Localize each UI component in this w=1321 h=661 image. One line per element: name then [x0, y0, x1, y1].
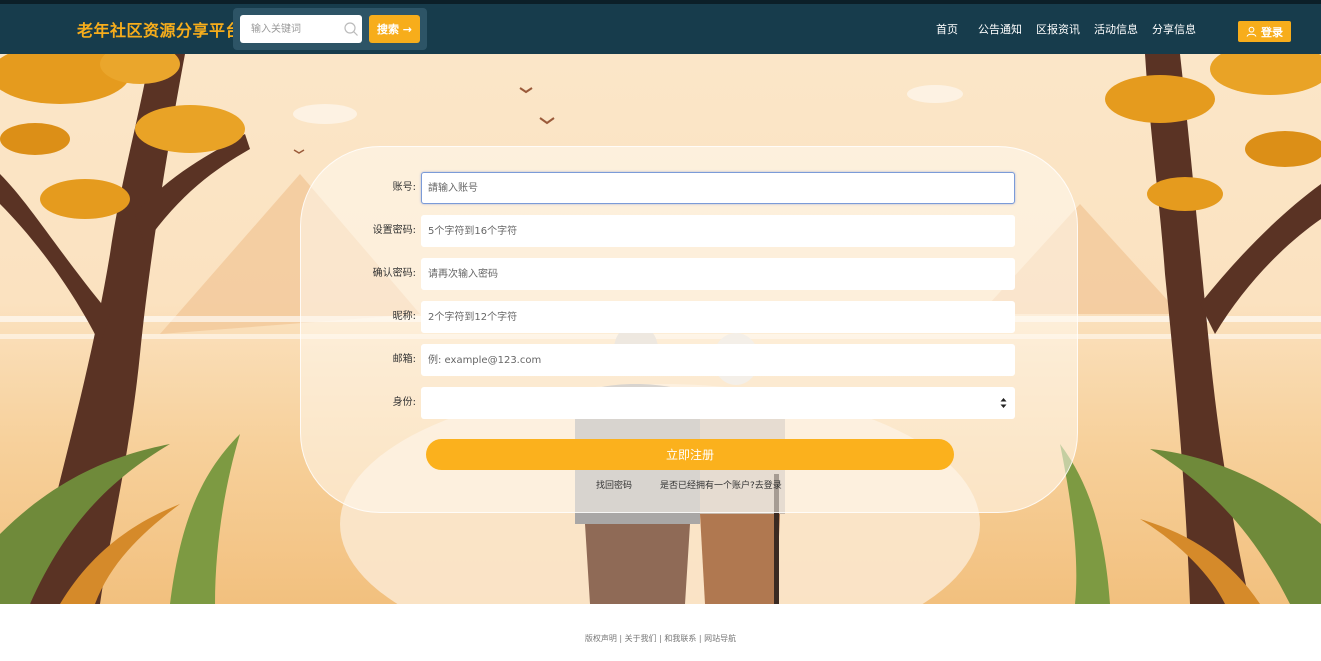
form-row-confirm-password: 确认密码: [301, 258, 1079, 290]
form-row-password: 设置密码: [301, 215, 1079, 247]
email-label: 邮箱: [392, 354, 416, 365]
account-label: 账号: [392, 182, 416, 193]
user-icon [1246, 26, 1257, 37]
email-input[interactable] [421, 344, 1015, 376]
nav-item-news[interactable]: 区报资讯 [1036, 21, 1080, 41]
form-links: 找回密码 是否已经拥有一个账户?去登录 [301, 478, 1079, 494]
form-row-nickname: 昵称: [301, 301, 1079, 333]
form-row-account: 账号: [301, 172, 1079, 204]
confirm-password-input[interactable] [421, 258, 1015, 290]
login-button[interactable]: 登录 [1238, 21, 1291, 42]
nav-item-home[interactable]: 首页 [936, 21, 958, 41]
nickname-input[interactable] [421, 301, 1015, 333]
go-login-link[interactable]: 是否已经拥有一个账户?去登录 [660, 478, 782, 491]
main-nav: 首页 公告通知 区报资讯 活动信息 分享信息 [928, 21, 1210, 41]
select-arrows-icon [1000, 398, 1007, 408]
nav-item-shares[interactable]: 分享信息 [1152, 21, 1196, 41]
register-button[interactable]: 立即注册 [426, 439, 954, 470]
footer-links: 版权声明 | 关于我们 | 和我联系 | 网站导航 [584, 634, 737, 643]
nickname-label: 昵称: [392, 311, 416, 322]
register-form: 账号: 设置密码: 确认密码: 昵称: 邮箱: 身份: [300, 146, 1078, 513]
nav-item-notices[interactable]: 公告通知 [978, 21, 1022, 41]
search-icon [344, 22, 358, 36]
form-row-email: 邮箱: [301, 344, 1079, 376]
site-title[interactable]: 老年社区资源分享平台 [77, 17, 242, 41]
login-label: 登录 [1261, 25, 1283, 39]
top-navbar: 老年社区资源分享平台 搜索 → 首页 公告通知 区报资讯 活动信息 分享信息 登… [0, 0, 1321, 54]
identity-select[interactable] [421, 387, 1015, 419]
password-label: 设置密码: [372, 225, 416, 236]
account-input[interactable] [421, 172, 1015, 204]
search-button[interactable]: 搜索 → [369, 15, 420, 43]
hero-background: 账号: 设置密码: 确认密码: 昵称: 邮箱: 身份: [0, 54, 1321, 604]
identity-label: 身份: [392, 397, 416, 408]
password-input[interactable] [421, 215, 1015, 247]
confirm-password-label: 确认密码: [372, 268, 416, 279]
search-bar: 搜索 → [233, 8, 427, 50]
form-row-identity: 身份: [301, 387, 1079, 419]
forgot-password-link[interactable]: 找回密码 [596, 478, 632, 491]
page-footer: 版权声明 | 关于我们 | 和我联系 | 网站导航 [0, 604, 1321, 661]
nav-item-activities[interactable]: 活动信息 [1094, 21, 1138, 41]
